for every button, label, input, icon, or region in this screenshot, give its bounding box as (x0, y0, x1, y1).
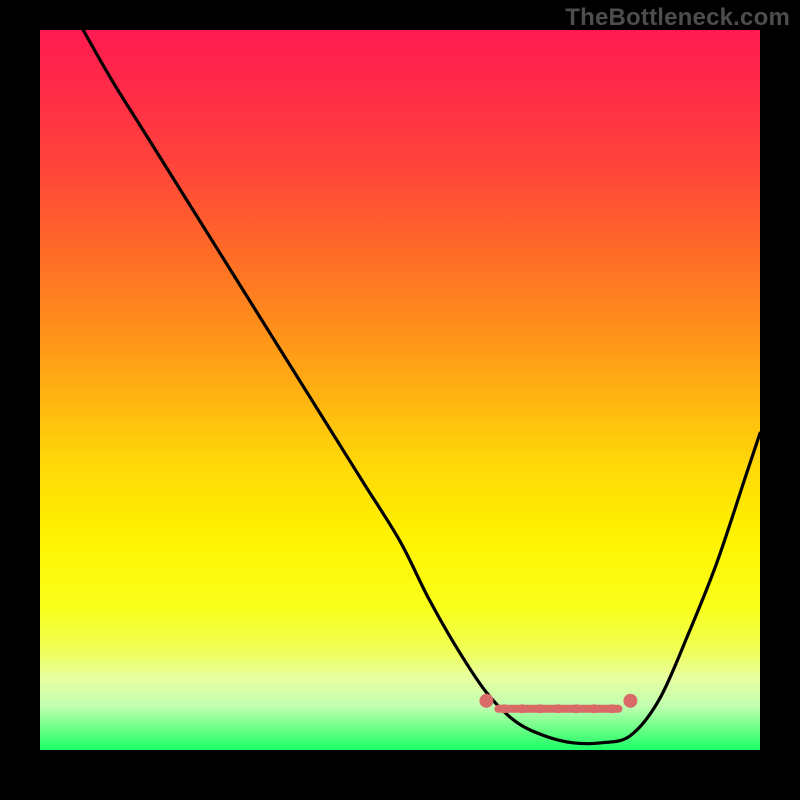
chart-frame: TheBottleneck.com (0, 0, 800, 800)
watermark-text: TheBottleneck.com (565, 4, 790, 32)
plot-area (40, 30, 760, 750)
gradient-background (40, 30, 760, 750)
